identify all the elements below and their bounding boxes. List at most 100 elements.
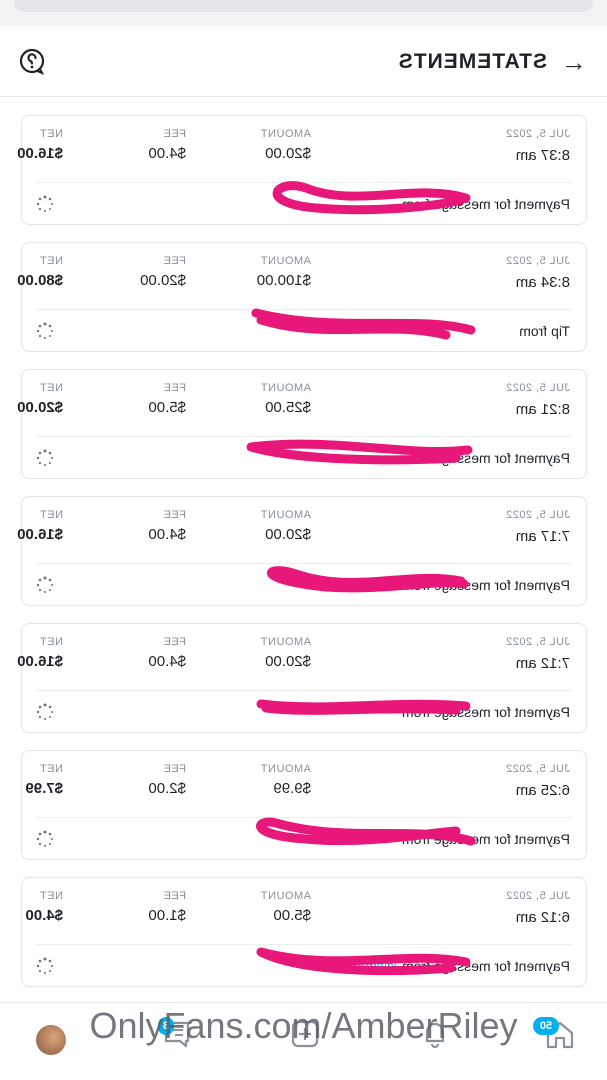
transaction-description: Payment for message from: [402, 196, 570, 212]
pending-status-icon: [36, 195, 53, 212]
date-column: JUL 5, 2022 6:25 am: [506, 763, 570, 799]
amount-label: AMOUNT: [260, 763, 311, 775]
fee-column: FEE $4.00: [148, 128, 186, 162]
net-label: NET: [39, 509, 64, 521]
amount-label: AMOUNT: [260, 382, 311, 394]
user-link[interactable]: @fitrydee: [338, 958, 398, 974]
net-value: $20.00: [17, 399, 63, 416]
description-text: Payment for message from: [401, 831, 570, 847]
transaction-date: JUL 5, 2022: [505, 763, 570, 775]
amount-label: AMOUNT: [260, 509, 311, 521]
transaction-card[interactable]: JUL 5, 2022 7:17 am AMOUNT $20.00 FEE $4…: [17, 496, 587, 606]
pending-status-icon: [36, 703, 53, 720]
transaction-date: JUL 5, 2022: [505, 636, 570, 648]
fee-label: FEE: [163, 382, 186, 394]
card-divider: [36, 309, 572, 310]
transaction-date: JUL 5, 2022: [505, 382, 570, 394]
fee-column: FEE $4.00: [148, 636, 186, 670]
transaction-description: Payment for message from: [402, 450, 570, 466]
net-label: NET: [39, 128, 64, 140]
net-column: NET $20.00: [17, 382, 63, 416]
fee-column: FEE $20.00: [140, 255, 186, 289]
card-divider: [36, 436, 572, 437]
fee-column: FEE $5.00: [148, 382, 186, 416]
amount-column: AMOUNT $20.00: [260, 636, 311, 670]
fee-value: $2.00: [148, 780, 186, 797]
fee-value: $4.00: [148, 653, 186, 670]
transaction-date: JUL 5, 2022: [505, 509, 570, 521]
card-divider: [36, 182, 572, 183]
amount-column: AMOUNT $100.00: [257, 255, 311, 289]
pending-status-icon: [36, 576, 53, 593]
card-divider: [36, 944, 572, 945]
fee-value: $1.00: [148, 907, 186, 924]
transaction-time: 6:25 am: [515, 782, 570, 799]
description-text: Payment for message from: [401, 577, 570, 593]
card-divider: [36, 817, 572, 818]
page-title: STATEMENTS: [397, 50, 547, 73]
amount-label: AMOUNT: [260, 890, 311, 902]
transaction-card[interactable]: JUL 5, 2022 7:12 am AMOUNT $20.00 FEE $4…: [17, 623, 587, 733]
description-text: Payment for message from: [401, 958, 570, 974]
amount-value: $20.00: [265, 526, 311, 543]
fee-label: FEE: [163, 509, 186, 521]
net-column: NET $7.99: [25, 763, 63, 797]
transaction-time: 8:37 am: [515, 147, 570, 164]
amount-label: AMOUNT: [260, 636, 311, 648]
date-column: JUL 5, 2022 8:21 am: [506, 382, 570, 418]
transaction-time: 8:34 am: [515, 274, 570, 291]
date-column: JUL 5, 2022 8:37 am: [506, 128, 570, 164]
transaction-card[interactable]: JUL 5, 2022 8:21 am AMOUNT $25.00 FEE $5…: [17, 369, 587, 479]
fee-label: FEE: [163, 128, 186, 140]
date-column: JUL 5, 2022 7:12 am: [506, 636, 570, 672]
net-value: $16.00: [17, 526, 63, 543]
pending-status-icon: [36, 830, 53, 847]
net-label: NET: [39, 890, 64, 902]
fee-value: $20.00: [140, 272, 186, 289]
transaction-time: 8:21 am: [515, 401, 570, 418]
transaction-time: 7:12 am: [515, 655, 570, 672]
pending-status-icon: [36, 322, 53, 339]
fee-column: FEE $2.00: [148, 763, 186, 797]
card-divider: [36, 690, 572, 691]
pending-status-icon: [36, 957, 53, 974]
description-text: Payment for message from: [401, 704, 570, 720]
transaction-card[interactable]: JUL 5, 2022 6:12 am AMOUNT $5.00 FEE $1.…: [21, 877, 587, 987]
net-label: NET: [39, 763, 64, 775]
amount-column: AMOUNT $5.00: [260, 890, 311, 924]
fee-label: FEE: [163, 763, 186, 775]
amount-label: AMOUNT: [260, 255, 311, 267]
fee-label: FEE: [163, 255, 186, 267]
amount-value: $100.00: [256, 272, 311, 289]
browser-bar: [14, 0, 593, 12]
status-bar-strip: [0, 0, 607, 26]
net-column: NET $16.00: [17, 636, 63, 670]
net-value: $4.00: [25, 907, 63, 924]
net-label: NET: [39, 255, 64, 267]
amount-column: AMOUNT $9.99: [260, 763, 311, 797]
transaction-card[interactable]: JUL 5, 2022 6:25 am AMOUNT $9.99 FEE $2.…: [21, 750, 587, 860]
net-column: NET $4.00: [25, 890, 63, 924]
amount-column: AMOUNT $20.00: [260, 509, 311, 543]
fee-value: $4.00: [148, 145, 186, 162]
net-value: $16.00: [17, 145, 63, 162]
amount-value: $20.00: [265, 145, 311, 162]
redaction-scribble: [251, 308, 476, 340]
card-divider: [36, 563, 572, 564]
transaction-card[interactable]: JUL 5, 2022 8:37 am AMOUNT $20.00 FEE $4…: [17, 115, 587, 225]
amount-value: $20.00: [265, 653, 311, 670]
transaction-card[interactable]: JUL 5, 2022 8:34 am AMOUNT $100.00 FEE $…: [17, 242, 587, 352]
pending-status-icon: [36, 449, 53, 466]
date-column: JUL 5, 2022 7:17 am: [506, 509, 570, 545]
amount-value: $9.99: [273, 780, 311, 797]
transaction-description: Payment for message from: [402, 831, 570, 847]
description-text: Payment for message from: [401, 196, 570, 212]
transaction-description: Tip from: [519, 323, 570, 339]
page-header: ← STATEMENTS: [0, 26, 607, 97]
amount-value: $25.00: [265, 399, 311, 416]
back-arrow-icon[interactable]: ←: [559, 47, 587, 77]
fee-value: $4.00: [148, 526, 186, 543]
transactions-list: JUL 5, 2022 8:37 am AMOUNT $20.00 FEE $4…: [17, 115, 587, 1004]
help-icon[interactable]: [18, 47, 46, 75]
description-text: Payment for message from: [401, 450, 570, 466]
